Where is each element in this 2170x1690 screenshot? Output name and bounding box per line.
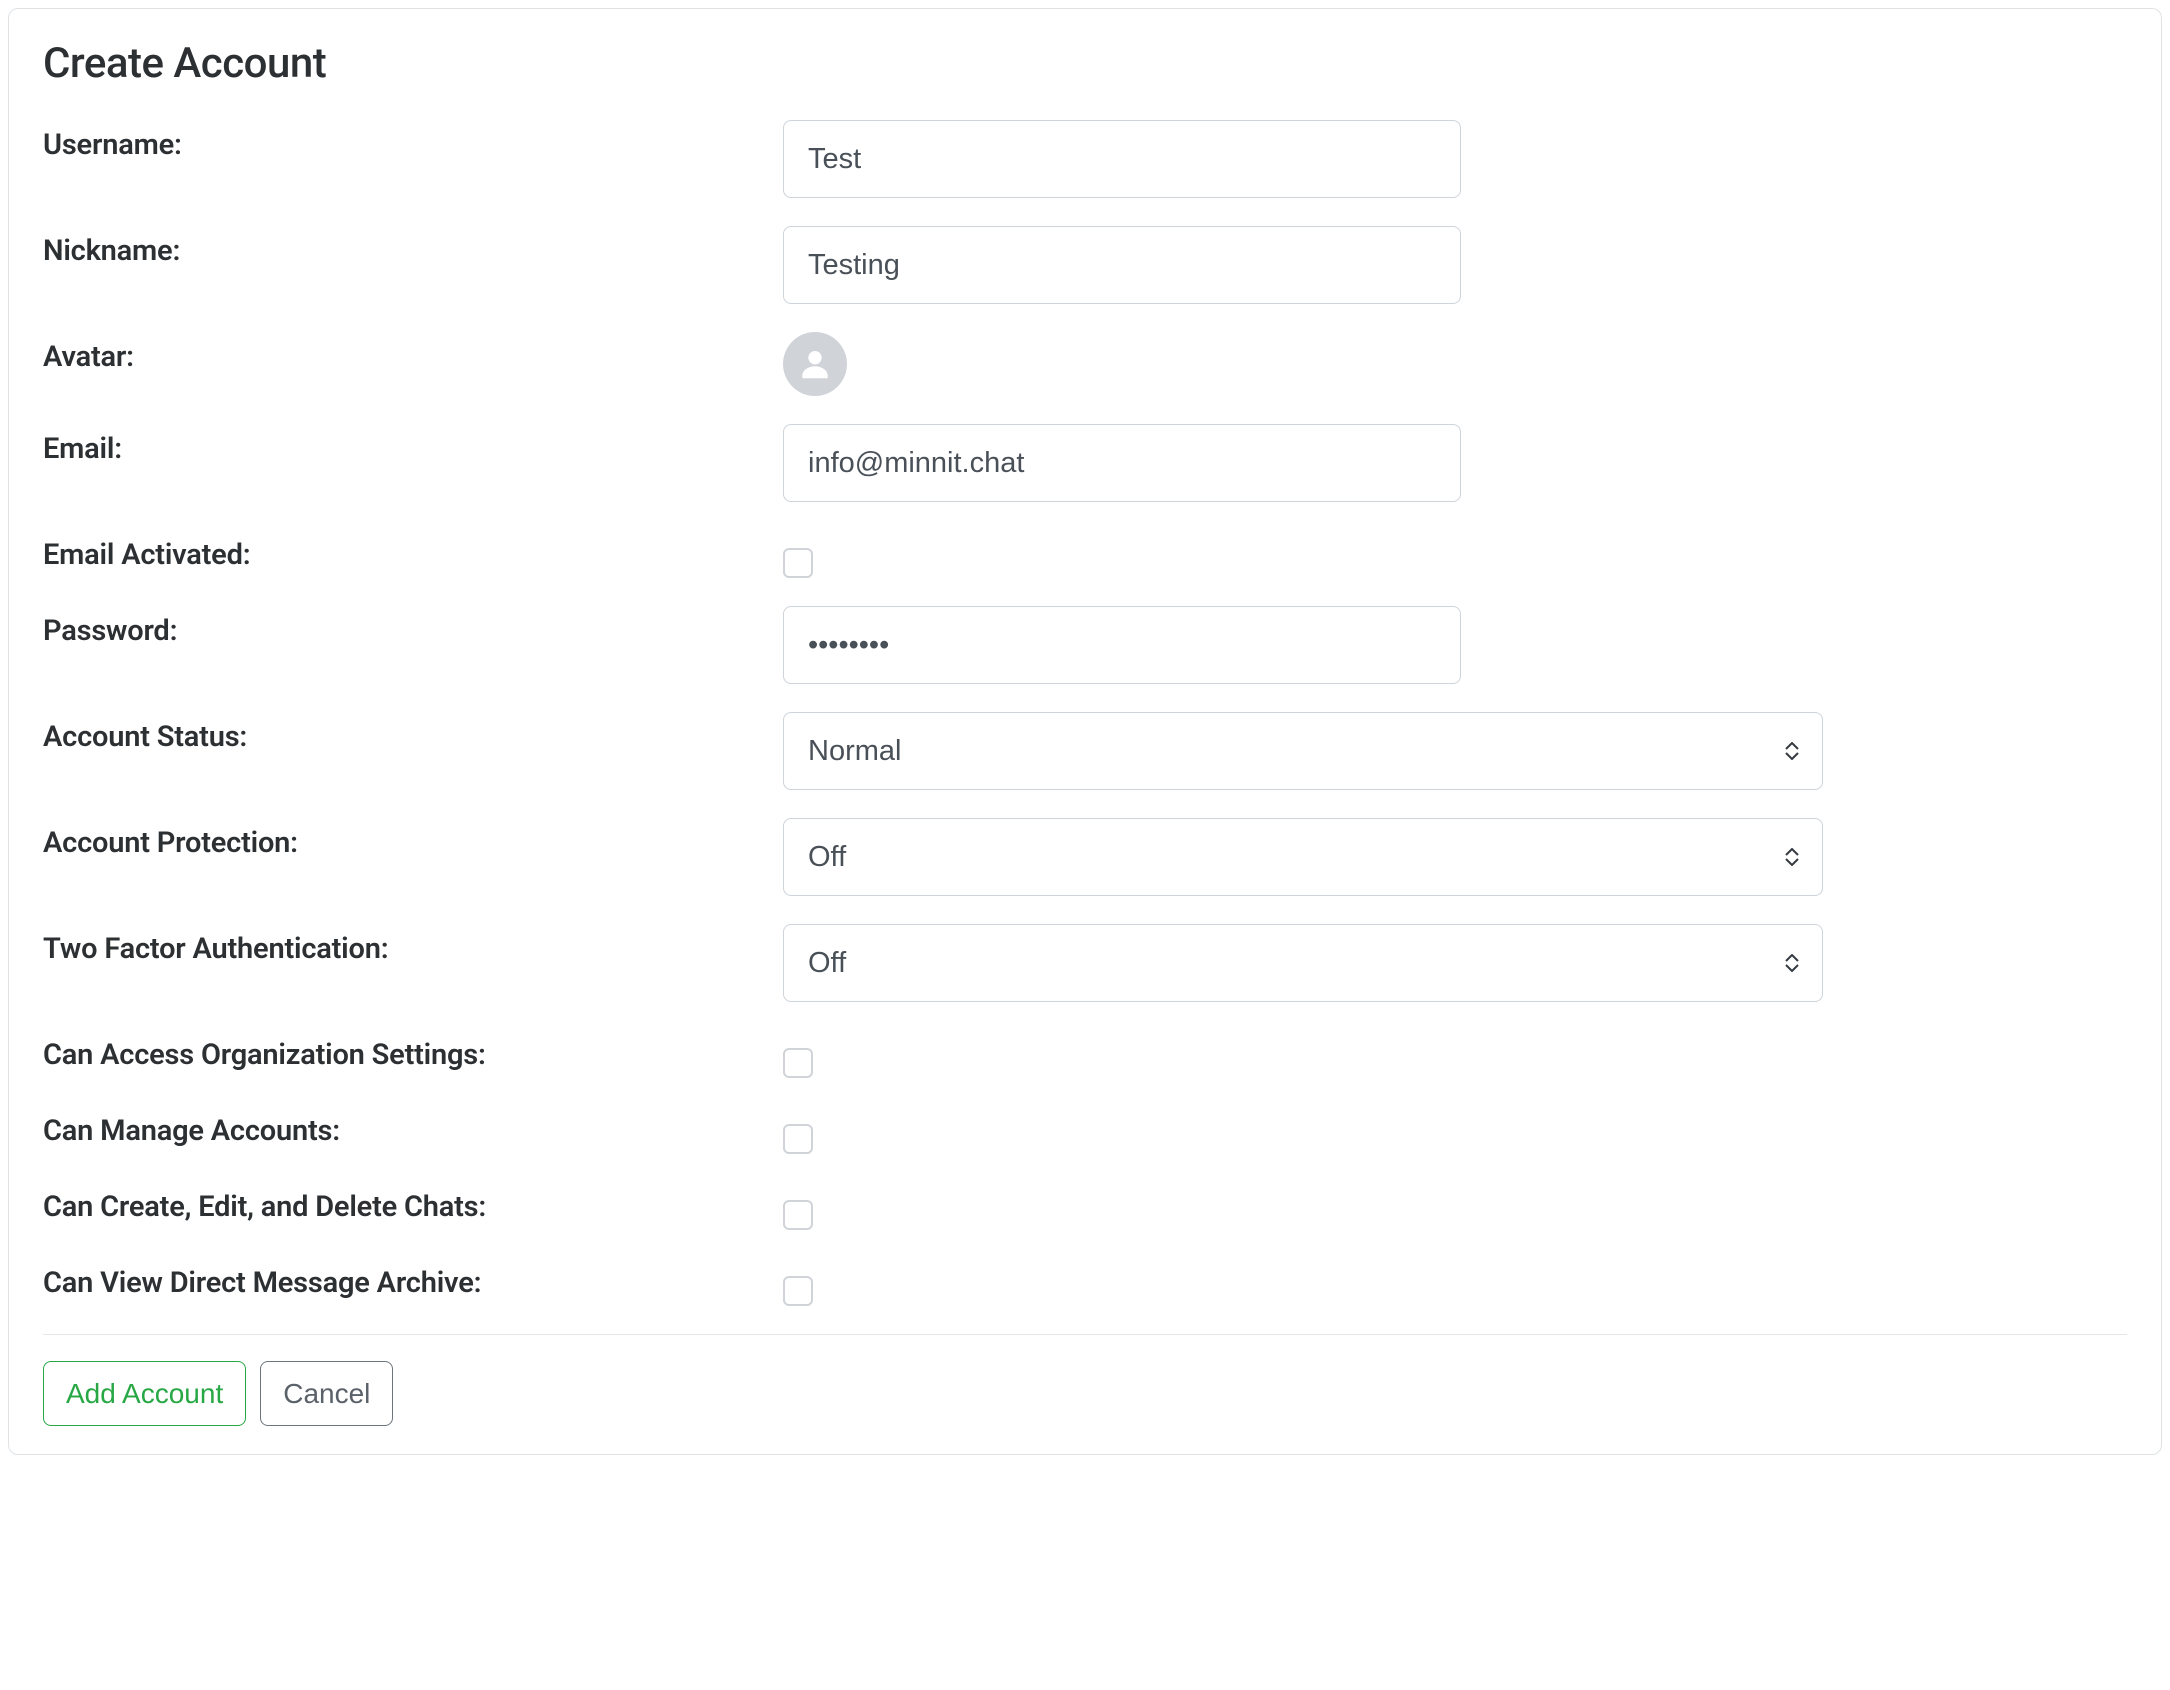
account-protection-row: Account Protection: Off xyxy=(43,818,2127,896)
two-factor-select[interactable]: Off xyxy=(783,924,1823,1002)
email-label: Email: xyxy=(43,424,783,466)
email-activated-checkbox[interactable] xyxy=(783,548,813,578)
can-create-chats-checkbox[interactable] xyxy=(783,1200,813,1230)
can-access-org-row: Can Access Organization Settings: xyxy=(43,1030,2127,1078)
email-activated-row: Email Activated: xyxy=(43,530,2127,578)
username-input[interactable] xyxy=(783,120,1461,198)
cancel-button[interactable]: Cancel xyxy=(260,1361,393,1426)
nickname-input[interactable] xyxy=(783,226,1461,304)
password-label: Password: xyxy=(43,606,783,648)
create-account-card: Create Account Username: Nickname: Avata… xyxy=(8,8,2162,1455)
avatar-row: Avatar: xyxy=(43,332,2127,396)
page-title: Create Account xyxy=(43,39,2127,88)
button-row: Add Account Cancel xyxy=(43,1361,2127,1426)
avatar-label: Avatar: xyxy=(43,332,783,374)
password-input[interactable] xyxy=(783,606,1461,684)
add-account-button[interactable]: Add Account xyxy=(43,1361,246,1426)
password-row: Password: xyxy=(43,606,2127,684)
can-view-dm-archive-label: Can View Direct Message Archive: xyxy=(43,1258,783,1300)
can-access-org-checkbox[interactable] xyxy=(783,1048,813,1078)
username-row: Username: xyxy=(43,120,2127,198)
account-status-row: Account Status: Normal xyxy=(43,712,2127,790)
can-access-org-label: Can Access Organization Settings: xyxy=(43,1030,783,1072)
nickname-label: Nickname: xyxy=(43,226,783,268)
can-manage-accounts-label: Can Manage Accounts: xyxy=(43,1106,783,1148)
account-status-label: Account Status: xyxy=(43,712,783,754)
account-protection-select[interactable]: Off xyxy=(783,818,1823,896)
email-activated-label: Email Activated: xyxy=(43,530,783,572)
username-label: Username: xyxy=(43,120,783,162)
can-view-dm-archive-checkbox[interactable] xyxy=(783,1276,813,1306)
can-create-chats-row: Can Create, Edit, and Delete Chats: xyxy=(43,1182,2127,1230)
two-factor-row: Two Factor Authentication: Off xyxy=(43,924,2127,1002)
can-create-chats-label: Can Create, Edit, and Delete Chats: xyxy=(43,1182,783,1224)
divider xyxy=(43,1334,2127,1335)
nickname-row: Nickname: xyxy=(43,226,2127,304)
avatar-upload[interactable] xyxy=(783,332,847,396)
email-input[interactable] xyxy=(783,424,1461,502)
email-row: Email: xyxy=(43,424,2127,502)
two-factor-label: Two Factor Authentication: xyxy=(43,924,783,966)
person-icon xyxy=(796,345,834,383)
account-status-select[interactable]: Normal xyxy=(783,712,1823,790)
can-manage-accounts-row: Can Manage Accounts: xyxy=(43,1106,2127,1154)
can-manage-accounts-checkbox[interactable] xyxy=(783,1124,813,1154)
can-view-dm-archive-row: Can View Direct Message Archive: xyxy=(43,1258,2127,1306)
account-protection-label: Account Protection: xyxy=(43,818,783,860)
